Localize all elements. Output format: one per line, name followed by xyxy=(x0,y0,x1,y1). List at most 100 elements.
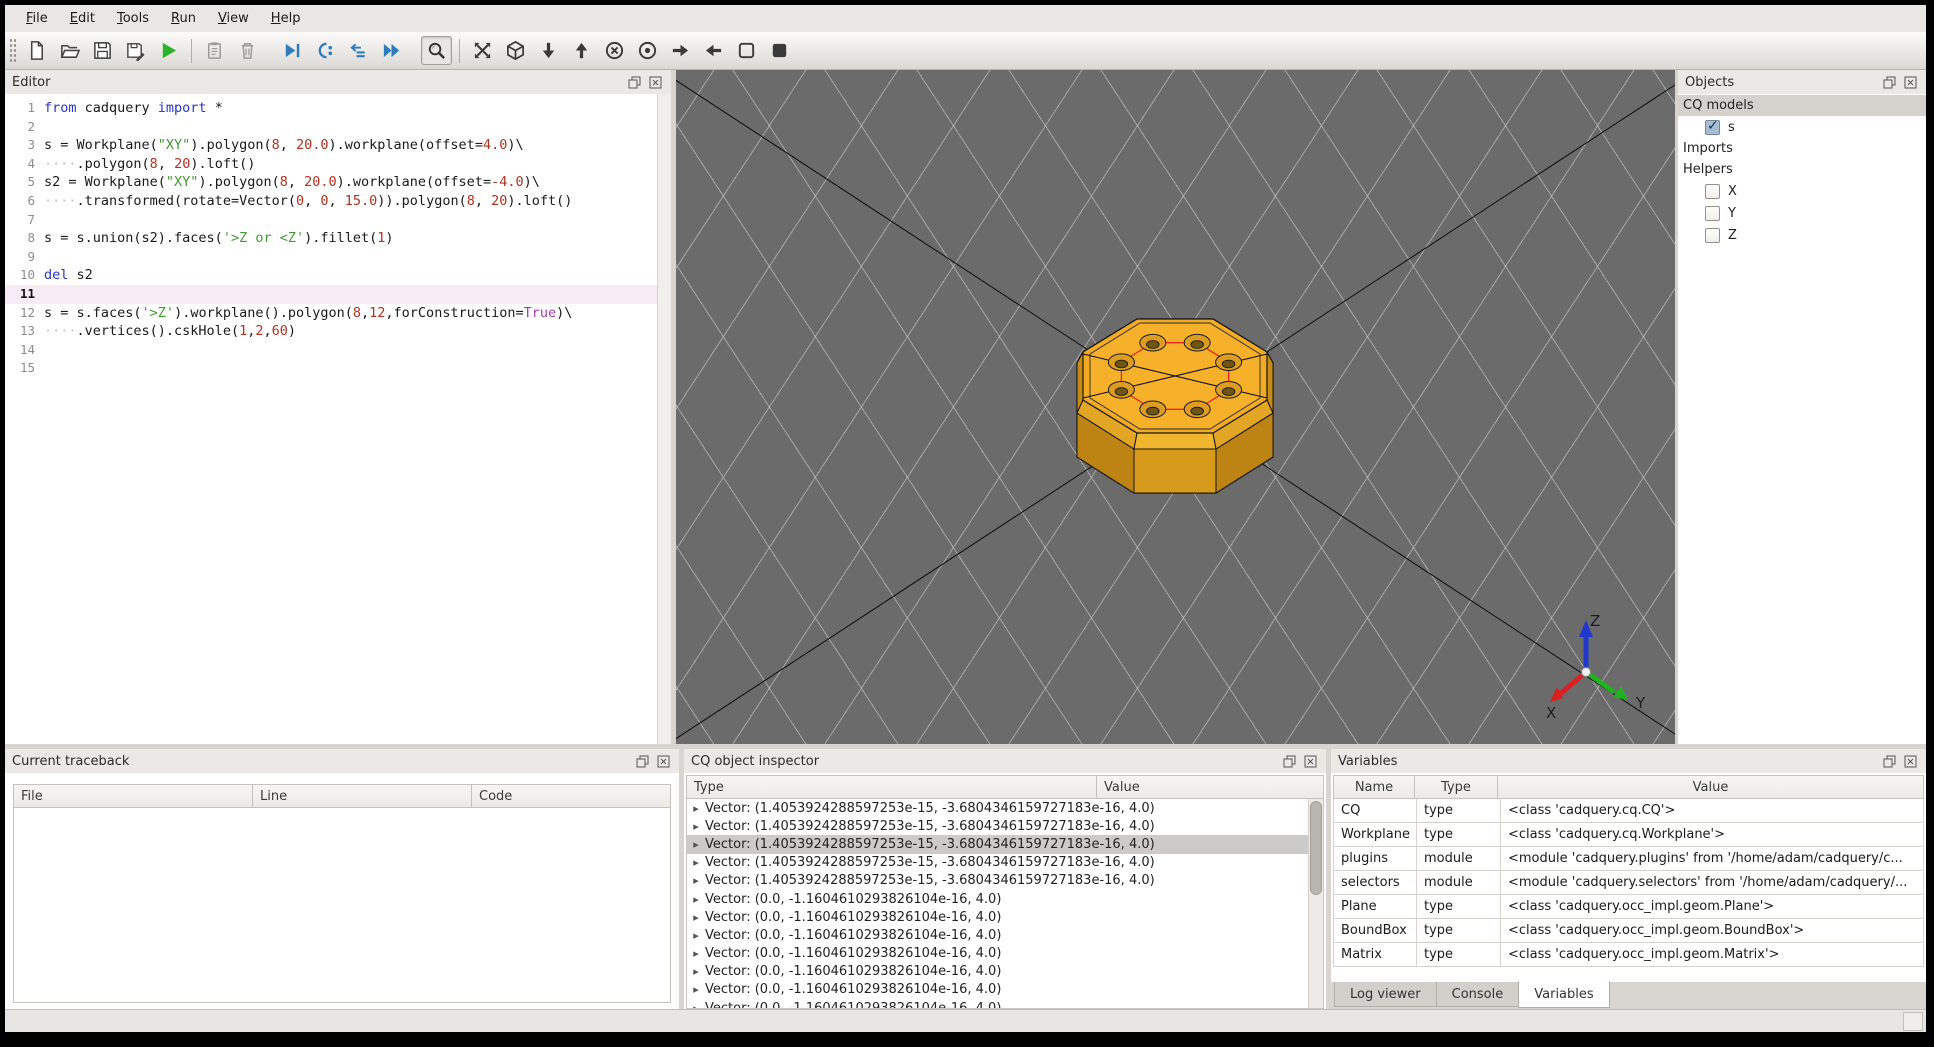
column-header-type[interactable]: Type xyxy=(1414,775,1498,799)
step-into-button[interactable] xyxy=(310,36,341,65)
float-icon[interactable] xyxy=(626,75,643,90)
step-out-button[interactable] xyxy=(343,36,374,65)
clipboard-button[interactable] xyxy=(199,36,230,65)
view-front-button[interactable] xyxy=(599,36,630,65)
zoom-button[interactable] xyxy=(421,36,452,65)
save-as-button[interactable] xyxy=(120,36,151,65)
column-header-code[interactable]: Code xyxy=(471,784,671,808)
menu-edit[interactable]: Edit xyxy=(59,7,106,30)
menu-help[interactable]: Help xyxy=(260,7,312,30)
inspector-row[interactable]: ▸Vector: (0.0, -1.1604610293826104e-16, … xyxy=(687,926,1308,944)
view-right-button[interactable] xyxy=(665,36,696,65)
column-header-line[interactable]: Line xyxy=(252,784,472,808)
expand-arrow-icon[interactable]: ▸ xyxy=(687,856,705,869)
variable-row[interactable]: CQ type <class 'cadquery.cq.CQ'> xyxy=(1333,799,1924,823)
menu-view[interactable]: View xyxy=(207,7,260,30)
menu-run[interactable]: Run xyxy=(160,7,207,30)
scrollbar-thumb[interactable] xyxy=(1310,801,1322,895)
inspector-row[interactable]: ▸ Vector: (1.4053924288597253e-15, -3.680… xyxy=(687,872,1308,890)
tree-section-cq-models[interactable]: CQ models xyxy=(1678,95,1926,116)
inspector-row[interactable]: ▸Vector: (0.0, -1.1604610293826104e-16, … xyxy=(687,890,1308,908)
inspector-row[interactable]: ▸ Vector: (1.4053924288597253e-15, -3.680… xyxy=(687,817,1308,835)
expand-arrow-icon[interactable]: ▸ xyxy=(687,947,705,960)
save-button[interactable] xyxy=(87,36,118,65)
continue-button[interactable] xyxy=(376,36,407,65)
inspector-scrollbar[interactable] xyxy=(1308,799,1323,1008)
expand-arrow-icon[interactable]: ▸ xyxy=(687,893,705,906)
fit-all-button[interactable] xyxy=(467,36,498,65)
column-header-value[interactable]: Value xyxy=(1497,775,1924,799)
toolbar-drag-handle[interactable] xyxy=(9,37,16,64)
column-header-file[interactable]: File xyxy=(13,784,253,808)
expand-arrow-icon[interactable]: ▸ xyxy=(687,802,705,815)
expand-arrow-icon[interactable]: ▸ xyxy=(687,874,705,887)
editor-scrollbar[interactable] xyxy=(657,94,671,744)
run-button[interactable] xyxy=(153,36,184,65)
view-top-button[interactable] xyxy=(566,36,597,65)
inspector-row[interactable]: ▸Vector: (0.0, -1.1604610293826104e-16, … xyxy=(687,963,1308,981)
float-icon[interactable] xyxy=(1881,754,1898,769)
resize-grip[interactable] xyxy=(1903,1011,1923,1031)
tree-section-imports[interactable]: Imports xyxy=(1678,138,1926,159)
expand-arrow-icon[interactable]: ▸ xyxy=(687,838,705,851)
variable-row[interactable]: Plane type <class 'cadquery.occ_impl.geom.… xyxy=(1333,895,1924,919)
wireframe-button[interactable] xyxy=(731,36,762,65)
close-icon[interactable] xyxy=(647,75,664,90)
expand-arrow-icon[interactable]: ▸ xyxy=(687,929,705,942)
float-icon[interactable] xyxy=(634,754,651,769)
editor-body[interactable]: 1 from cadquery import * 2 3 s = Workplane("… xyxy=(5,94,671,744)
expand-arrow-icon[interactable]: ▸ xyxy=(687,965,705,978)
open-button[interactable] xyxy=(54,36,85,65)
variable-row[interactable]: selectors module <module 'cadquery.selecto… xyxy=(1333,871,1924,895)
checkbox-x[interactable] xyxy=(1705,183,1720,199)
tree-item-y[interactable]: Y xyxy=(1678,202,1926,224)
expand-arrow-icon[interactable]: ▸ xyxy=(687,983,705,996)
expand-arrow-icon[interactable]: ▸ xyxy=(687,1002,705,1008)
menu-file[interactable]: File xyxy=(15,7,59,30)
iso-view-button[interactable] xyxy=(500,36,531,65)
trash-button[interactable] xyxy=(232,36,263,65)
float-icon[interactable] xyxy=(1881,75,1898,90)
variable-row[interactable]: Matrix type <class 'cadquery.occ_impl.geom… xyxy=(1333,943,1924,967)
tab-variables[interactable]: Variables xyxy=(1518,981,1610,1008)
view-bottom-button[interactable] xyxy=(533,36,564,65)
tree-item-s[interactable]: s xyxy=(1678,116,1926,138)
close-icon[interactable] xyxy=(655,754,672,769)
view-left-button[interactable] xyxy=(698,36,729,65)
close-icon[interactable] xyxy=(1902,754,1919,769)
debug-step-button[interactable] xyxy=(277,36,308,65)
menu-tools[interactable]: Tools xyxy=(106,7,160,30)
inspector-row[interactable]: ▸Vector: (0.0, -1.1604610293826104e-16, … xyxy=(687,981,1308,999)
inspector-row[interactable]: ▸Vector: (0.0, -1.1604610293826104e-16, … xyxy=(687,999,1308,1008)
column-header-name[interactable]: Name xyxy=(1333,775,1415,799)
variable-row[interactable]: plugins module <module 'cadquery.plugins' … xyxy=(1333,847,1924,871)
new-file-button[interactable] xyxy=(21,36,52,65)
tab-log-viewer[interactable]: Log viewer xyxy=(1334,982,1437,1007)
column-header-value[interactable]: Value xyxy=(1096,775,1324,799)
inspector-row[interactable]: ▸Vector: (0.0, -1.1604610293826104e-16, … xyxy=(687,908,1308,926)
traceback-body[interactable] xyxy=(13,808,671,1003)
checkbox-z[interactable] xyxy=(1705,227,1720,243)
variable-row[interactable]: Workplane type <class 'cadquery.cq.Workpla… xyxy=(1333,823,1924,847)
view-back-button[interactable] xyxy=(632,36,663,65)
expand-arrow-icon[interactable]: ▸ xyxy=(687,911,705,924)
tree-item-x[interactable]: X xyxy=(1678,180,1926,202)
inspector-row[interactable]: ▸Vector: (0.0, -1.1604610293826104e-16, … xyxy=(687,945,1308,963)
column-header-type[interactable]: Type xyxy=(686,775,1097,799)
close-icon[interactable] xyxy=(1302,754,1319,769)
tree-section-helpers[interactable]: Helpers xyxy=(1678,159,1926,180)
tab-console[interactable]: Console xyxy=(1435,982,1520,1007)
variable-row[interactable]: BoundBox type <class 'cadquery.occ_impl.ge… xyxy=(1333,919,1924,943)
shaded-button[interactable] xyxy=(764,36,795,65)
inspector-row[interactable]: ▸ Vector: (1.4053924288597253e-15, -3.680… xyxy=(687,799,1308,817)
inspector-row[interactable]: ▸ Vector: (1.4053924288597253e-15, -3.680… xyxy=(687,854,1308,872)
expand-arrow-icon[interactable]: ▸ xyxy=(687,820,705,833)
inspector-row[interactable]: ▸ Vector: (1.4053924288597253e-15, -3.680… xyxy=(687,835,1308,854)
checkbox-s[interactable] xyxy=(1705,118,1720,135)
close-icon[interactable] xyxy=(1902,75,1919,90)
viewport-3d[interactable]: Z X Y xyxy=(676,70,1675,744)
float-icon[interactable] xyxy=(1281,754,1298,769)
checkbox-y[interactable] xyxy=(1705,205,1720,221)
tree-item-z[interactable]: Z xyxy=(1678,224,1926,246)
code-area[interactable]: 1 from cadquery import * 2 3 s = Workplane("… xyxy=(5,94,657,744)
